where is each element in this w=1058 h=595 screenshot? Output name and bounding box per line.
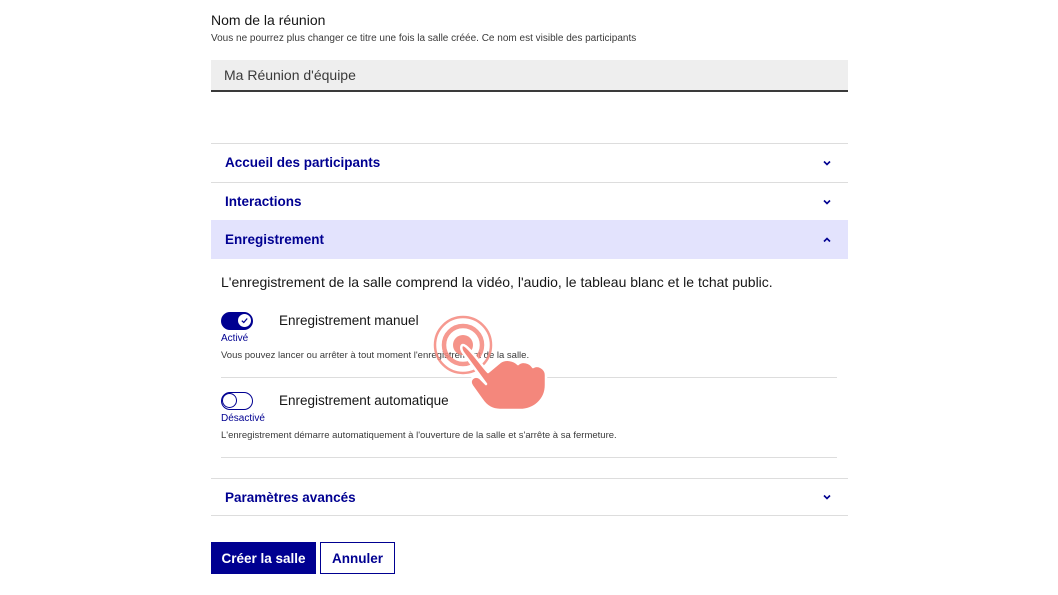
automatic-recording-label[interactable]: Enregistrement automatique [279,393,449,408]
meeting-name-hint: Vous ne pourrez plus changer ce titre un… [211,33,637,44]
manual-recording-label[interactable]: Enregistrement manuel [279,313,419,328]
accordion-recording-title: Enregistrement [225,232,325,247]
manual-recording-toggle[interactable] [221,312,253,330]
manual-recording-option: Activé Enregistrement manuel Vous pouvez… [221,312,837,368]
chevron-up-icon [820,233,834,247]
automatic-recording-option: Désactivé Enregistrement automatique L'e… [221,392,837,448]
cancel-button[interactable]: Annuler [320,542,395,574]
accordion-interactions[interactable]: Interactions [211,182,848,220]
accordion-recording[interactable]: Enregistrement [211,220,848,259]
chevron-down-icon [820,195,834,209]
recording-panel: L'enregistrement de la salle comprend la… [211,259,848,478]
toggle-knob [222,393,237,408]
automatic-recording-state: Désactivé [221,413,265,424]
divider [221,457,837,458]
manual-recording-state: Activé [221,333,249,344]
meeting-name-label: Nom de la réunion [211,12,326,28]
manual-recording-hint: Vous pouvez lancer ou arrêter à tout mom… [221,350,530,361]
accordion-advanced-title: Paramètres avancés [225,489,356,505]
create-room-button[interactable]: Créer la salle [211,542,316,574]
accordion-welcome[interactable]: Accueil des participants [211,143,848,181]
accordion-welcome-title: Accueil des participants [225,155,381,170]
automatic-recording-hint: L'enregistrement démarre automatiquement… [221,430,617,441]
chevron-down-icon [820,156,834,170]
meeting-name-input[interactable]: Ma Réunion d'équipe [211,60,848,92]
accordion-interactions-title: Interactions [225,194,302,209]
divider [221,377,837,378]
check-icon [237,313,252,328]
recording-description: L'enregistrement de la salle comprend la… [221,274,773,290]
accordion-advanced[interactable]: Paramètres avancés [211,478,848,516]
chevron-down-icon [820,490,834,504]
automatic-recording-toggle[interactable] [221,392,253,410]
